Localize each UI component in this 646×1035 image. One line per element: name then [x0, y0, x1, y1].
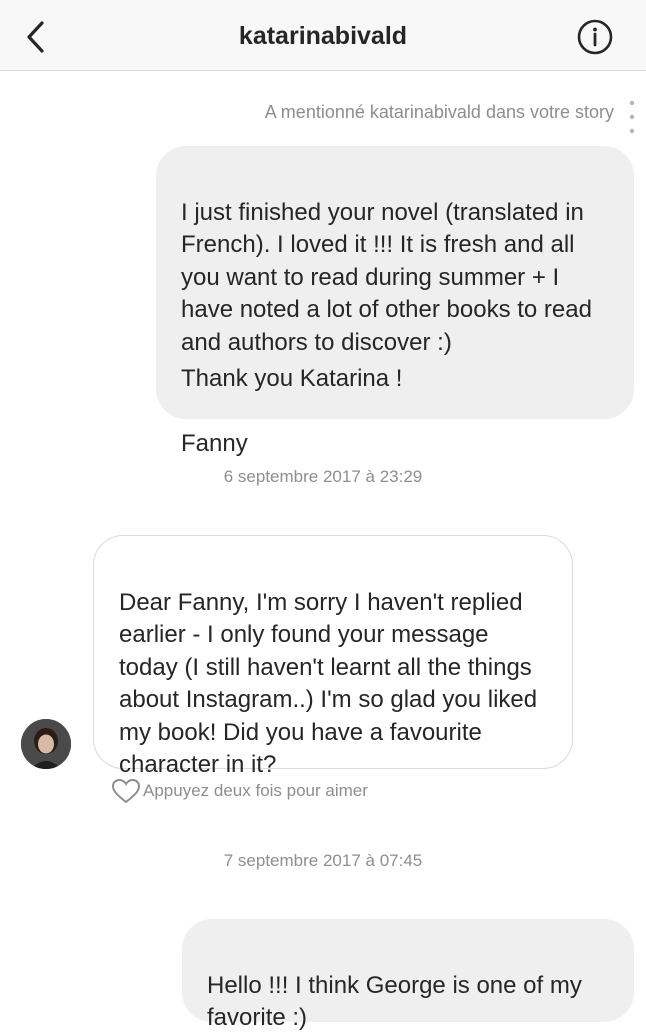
chat-header: katarinabivald [0, 0, 646, 71]
more-options-icon[interactable] [626, 98, 638, 138]
message-text: Thank you Katarina ! [181, 365, 403, 392]
timestamp: 7 septembre 2017 à 07:45 [223, 851, 423, 870]
message-text: Hello !!! I think George is one of my fa… [207, 971, 582, 1032]
like-hint-text: Appuyez deux fois pour aimer [143, 781, 368, 800]
message-text: Dear Fanny, I'm sorry I haven't replied … [119, 588, 538, 779]
message-bubble-incoming[interactable]: Dear Fanny, I'm sorry I haven't replied … [93, 535, 573, 778]
page-title[interactable]: katarinabivald [0, 22, 646, 51]
avatar[interactable] [21, 719, 71, 769]
heart-icon[interactable] [111, 778, 141, 804]
story-mention-note: A mentionné katarinabivald dans votre st… [264, 102, 614, 122]
info-circle-icon[interactable] [576, 18, 614, 56]
like-hint-row: Appuyez deux fois pour aimer [111, 777, 368, 805]
message-text: I just finished your novel (translated i… [181, 198, 592, 356]
message-signature: Fanny [181, 430, 248, 457]
message-bubble-outgoing[interactable]: Hello !!! I think George is one of my fa… [182, 919, 634, 1031]
timestamp: 6 septembre 2017 à 23:29 [223, 467, 423, 486]
message-bubble-outgoing[interactable]: I just finished your novel (translated i… [156, 146, 634, 457]
